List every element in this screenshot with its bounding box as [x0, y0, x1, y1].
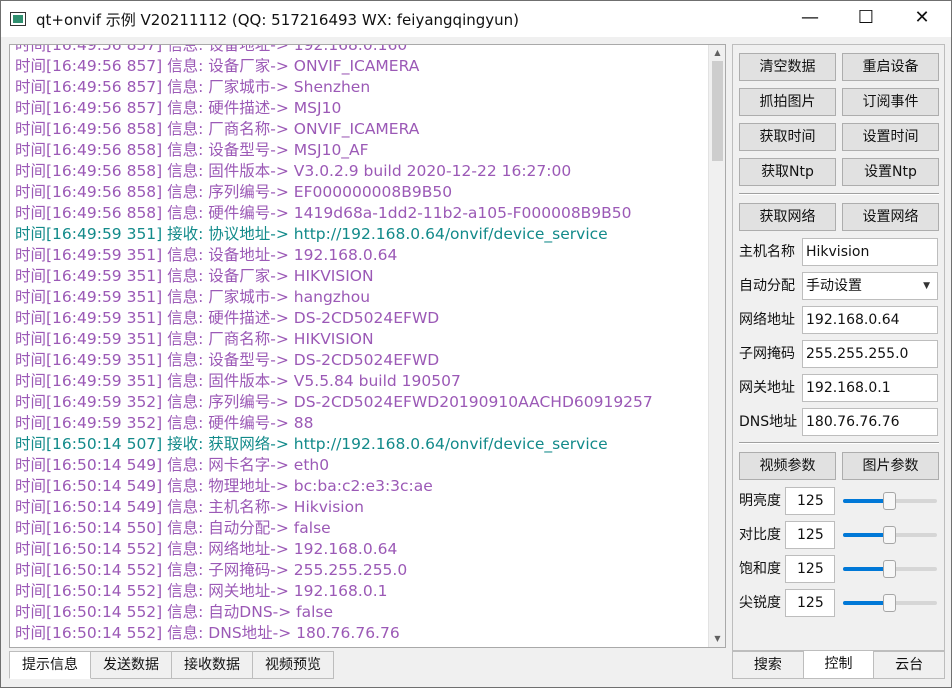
title-bar: qt+onvif 示例 V20211112 (QQ: 517216493 WX:… [1, 1, 951, 37]
log-line: 时间[16:49:56 858] 信息: 硬件编号-> 1419d68a-1dd… [15, 204, 632, 222]
tab-control[interactable]: 控制 [803, 651, 875, 679]
log-line: 时间[16:50:14 550] 信息: 自动分配-> false [15, 519, 331, 537]
image-params-button[interactable]: 图片参数 [842, 452, 939, 480]
maximize-icon: ☐ [857, 7, 875, 28]
scroll-up-arrow-icon[interactable]: ▲ [709, 45, 725, 61]
saturation-spinbox[interactable]: 125 [785, 555, 835, 583]
set-ntp-button[interactable]: 设置Ntp [842, 158, 939, 186]
hostname-label: 主机名称 [739, 244, 795, 260]
sharpness-slider[interactable] [843, 593, 937, 613]
log-line: 时间[16:49:56 857] 信息: 设备厂家-> ONVIF_ICAMER… [15, 57, 420, 75]
log-line: 时间[16:49:59 351] 信息: 固件版本-> V5.5.84 buil… [15, 372, 461, 390]
tab-search[interactable]: 搜索 [732, 651, 804, 679]
sharpness-spinbox[interactable]: 125 [785, 589, 835, 617]
scroll-down-arrow-icon[interactable]: ▼ [709, 631, 725, 647]
log-line: 时间[16:49:59 351] 信息: 厂家城市-> hangzhou [15, 288, 371, 306]
control-panel: 清空数据 重启设备 抓拍图片 订阅事件 获取时间 设置时间 获取Ntp 设置Nt… [732, 44, 945, 651]
brightness-slider[interactable] [843, 491, 937, 511]
dhcp-select[interactable]: 手动设置 ▼ [802, 272, 938, 300]
log-line: 时间[16:49:59 351] 信息: 设备地址-> 192.168.0.64 [15, 246, 398, 264]
log-line: 时间[16:50:14 552] 信息: DNS地址-> 180.76.76.7… [15, 624, 400, 642]
log-tabs: 提示信息 发送数据 接收数据 视频预览 [9, 651, 334, 679]
mask-field[interactable]: 255.255.255.0 [802, 340, 938, 368]
divider [739, 442, 939, 444]
slider-handle[interactable] [883, 560, 896, 578]
log-line: 时间[16:50:14 507] 接收: 获取网络-> http://192.1… [15, 435, 608, 453]
get-ntp-button[interactable]: 获取Ntp [739, 158, 836, 186]
subscribe-events-button[interactable]: 订阅事件 [842, 88, 939, 116]
tab-ptz[interactable]: 云台 [874, 651, 946, 679]
dns-field[interactable]: 180.76.76.76 [802, 408, 938, 436]
tab-info[interactable]: 提示信息 [9, 651, 91, 679]
brightness-spinbox[interactable]: 125 [785, 487, 835, 515]
slider-handle[interactable] [883, 526, 896, 544]
log-line: 时间[16:50:14 552] 信息: 网络地址-> 192.168.0.64 [15, 540, 398, 558]
panel-tabs: 搜索 控制 云台 [732, 651, 946, 679]
get-network-button[interactable]: 获取网络 [739, 203, 836, 231]
tab-video-preview[interactable]: 视频预览 [253, 651, 334, 679]
snapshot-button[interactable]: 抓拍图片 [739, 88, 836, 116]
main-window: qt+onvif 示例 V20211112 (QQ: 517216493 WX:… [0, 0, 952, 688]
slider-handle[interactable] [883, 594, 896, 612]
log-line: 时间[16:49:56 857] 信息: 硬件描述-> MSJ10 [15, 99, 342, 117]
minimize-icon: — [801, 7, 819, 28]
log-line: 时间[16:49:56 857] 信息: 设备地址-> 192.168.0.16… [15, 44, 408, 54]
log-line: 时间[16:49:56 858] 信息: 固件版本-> V3.0.2.9 bui… [15, 162, 572, 180]
log-line: 时间[16:49:59 351] 接收: 协议地址-> http://192.1… [15, 225, 608, 243]
video-params-button[interactable]: 视频参数 [739, 452, 836, 480]
log-line: 时间[16:49:56 858] 信息: 设备型号-> MSJ10_AF [15, 141, 369, 159]
log-line: 时间[16:49:59 352] 信息: 硬件编号-> 88 [15, 414, 314, 432]
ip-field[interactable]: 192.168.0.64 [802, 306, 938, 334]
log-line: 时间[16:50:14 552] 信息: 网关地址-> 192.168.0.1 [15, 582, 388, 600]
restart-device-button[interactable]: 重启设备 [842, 53, 939, 81]
tab-send-data[interactable]: 发送数据 [91, 651, 172, 679]
hostname-field[interactable]: Hikvision [802, 238, 938, 266]
log-line: 时间[16:49:59 351] 信息: 厂商名称-> HIKVISION [15, 330, 374, 348]
dns-label: DNS地址 [739, 414, 798, 430]
log-scrollbar[interactable]: ▲ ▼ [708, 45, 725, 647]
log-line: 时间[16:49:56 858] 信息: 序列编号-> EF000000008B… [15, 183, 453, 201]
log-view[interactable]: 时间[16:49:56 857] 信息: 设备地址-> 192.168.0.16… [9, 44, 726, 648]
tab-receive-data[interactable]: 接收数据 [172, 651, 253, 679]
log-line: 时间[16:49:59 352] 信息: 序列编号-> DS-2CD5024EF… [15, 393, 653, 411]
log-line: 时间[16:49:56 858] 信息: 厂商名称-> ONVIF_ICAMER… [15, 120, 420, 138]
log-line: 时间[16:49:59 351] 信息: 设备厂家-> HIKVISION [15, 267, 374, 285]
log-line: 时间[16:49:56 857] 信息: 厂家城市-> Shenzhen [15, 78, 371, 96]
gateway-field[interactable]: 192.168.0.1 [802, 374, 938, 402]
gateway-label: 网关地址 [739, 380, 795, 396]
log-line: 时间[16:50:14 552] 信息: 自动DNS-> false [15, 603, 334, 621]
maximize-button[interactable]: ☐ [838, 1, 894, 37]
chevron-down-icon: ▼ [923, 281, 930, 291]
set-time-button[interactable]: 设置时间 [842, 123, 939, 151]
saturation-label: 饱和度 [739, 561, 781, 577]
window-title: qt+onvif 示例 V20211112 (QQ: 517216493 WX:… [36, 11, 520, 29]
mask-label: 子网掩码 [739, 346, 795, 362]
sharpness-label: 尖锐度 [739, 595, 781, 611]
set-network-button[interactable]: 设置网络 [842, 203, 939, 231]
brightness-label: 明亮度 [739, 493, 781, 509]
close-icon: ✕ [914, 7, 930, 28]
minimize-button[interactable]: — [782, 1, 838, 37]
dhcp-label: 自动分配 [739, 278, 795, 294]
app-icon [10, 12, 26, 26]
ip-label: 网络地址 [739, 312, 795, 328]
log-line: 时间[16:50:14 552] 信息: 子网掩码-> 255.255.255.… [15, 561, 408, 579]
contrast-spinbox[interactable]: 125 [785, 521, 835, 549]
log-lines: 时间[16:49:56 857] 信息: 设备地址-> 192.168.0.16… [15, 44, 705, 644]
close-button[interactable]: ✕ [894, 1, 950, 37]
log-line: 时间[16:50:14 549] 信息: 网卡名字-> eth0 [15, 456, 330, 474]
dhcp-select-value: 手动设置 [806, 278, 862, 294]
scroll-thumb[interactable] [712, 61, 723, 161]
get-time-button[interactable]: 获取时间 [739, 123, 836, 151]
log-line: 时间[16:50:14 549] 信息: 物理地址-> bc:ba:c2:e3:… [15, 477, 433, 495]
log-line: 时间[16:49:59 351] 信息: 设备型号-> DS-2CD5024EF… [15, 351, 440, 369]
clear-data-button[interactable]: 清空数据 [739, 53, 836, 81]
divider [739, 193, 939, 195]
slider-handle[interactable] [883, 492, 896, 510]
contrast-label: 对比度 [739, 527, 781, 543]
saturation-slider[interactable] [843, 559, 937, 579]
log-line: 时间[16:49:59 351] 信息: 硬件描述-> DS-2CD5024EF… [15, 309, 440, 327]
contrast-slider[interactable] [843, 525, 937, 545]
log-line: 时间[16:50:14 549] 信息: 主机名称-> Hikvision [15, 498, 364, 516]
